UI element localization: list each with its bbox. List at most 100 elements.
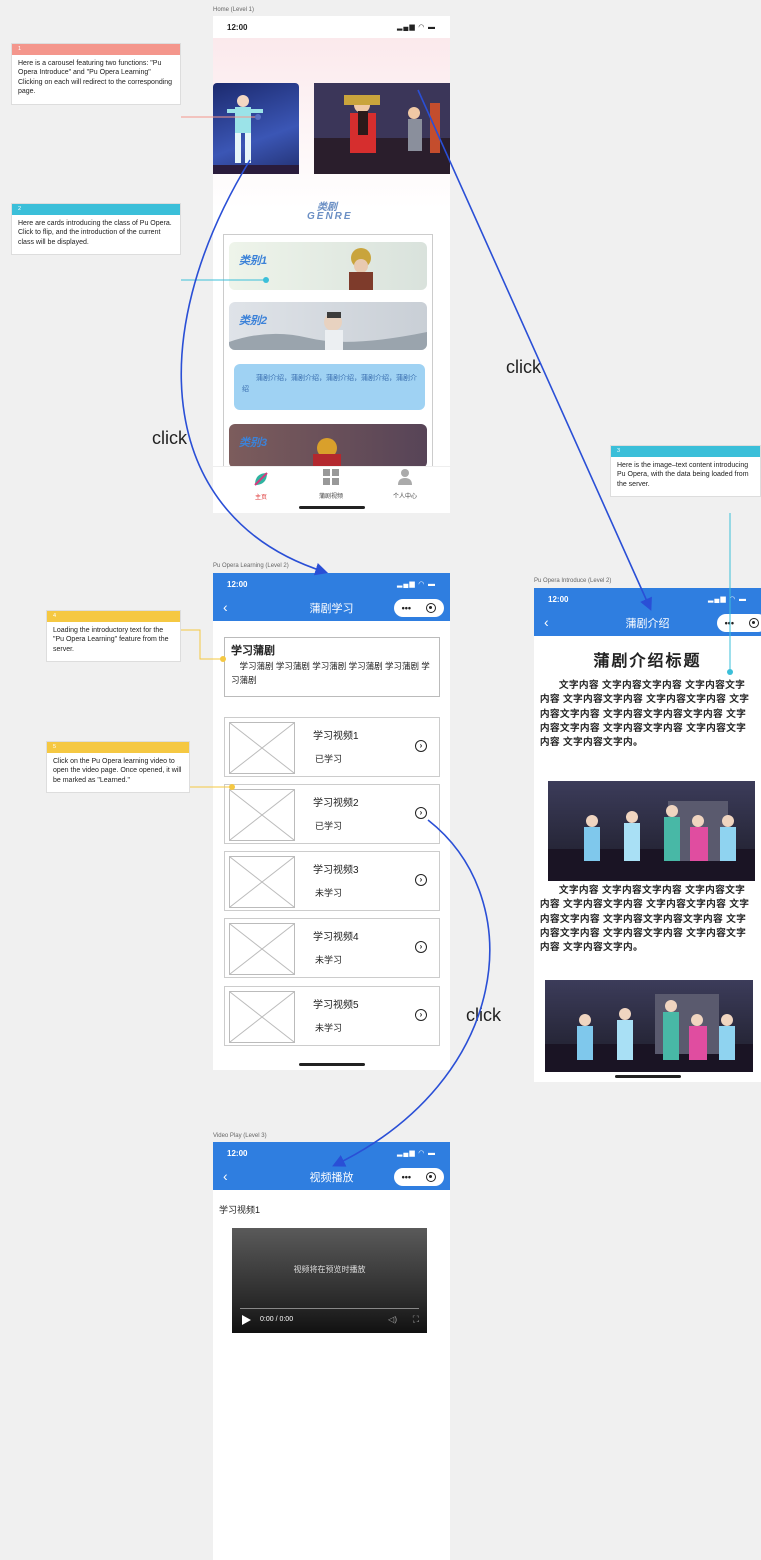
video-player[interactable]: 视频将在预览时播放 0:00 / 0:00 ◁) ⛶ bbox=[232, 1228, 427, 1333]
home-screen: 12:00 ▂▄▆ ◠ ▬ 类剧 GENRE 类别1 类别2 蒲剧介绍，蒲剧介绍… bbox=[213, 16, 450, 513]
play-icon[interactable] bbox=[242, 1315, 251, 1325]
signal-wifi-battery-icon: ▂▄▆ ◠ ▬ bbox=[708, 596, 747, 603]
learning-screen: 12:00 ▂▄▆ ◠ ▬ ‹ 蒲剧学习 ••• 学习蒲剧 学习蒲剧 学习蒲剧 … bbox=[213, 573, 450, 1070]
nav-title: 蒲剧学习 bbox=[309, 603, 354, 615]
nav-title: 蒲剧介绍 bbox=[625, 618, 670, 630]
video-thumb-placeholder bbox=[229, 722, 295, 774]
status-time: 12:00 bbox=[227, 1148, 248, 1158]
learning-screen-label: Pu Opera Learning (Level 2) bbox=[213, 563, 289, 569]
progress-track[interactable] bbox=[240, 1308, 419, 1309]
annotation-4: 4 Loading the introductory text for the … bbox=[46, 610, 181, 663]
annotation-5: 5 Click on the Pu Opera learning video t… bbox=[46, 741, 190, 794]
video-screen-label: Video Play (Level 3) bbox=[213, 1133, 267, 1139]
fullscreen-icon[interactable]: ⛶ bbox=[413, 1314, 419, 1325]
opera-stage-image bbox=[314, 83, 450, 174]
player-time: 0:00 / 0:00 bbox=[260, 1316, 294, 1323]
introduce-screen: 12:00 ▂▄▆ ◠ ▬ ‹ 蒲剧介绍 ••• 蒲剧介绍标题 文字内容 文字内… bbox=[534, 588, 761, 1082]
introduce-screen-label: Pu Opera Introduce (Level 2) bbox=[534, 578, 612, 584]
carousel-item-introduce[interactable] bbox=[314, 83, 450, 174]
intro-paragraph-2: 文字内容 文字内容文字内容 文字内容文字内容 文字内容文字内容 文字内容文字内容… bbox=[540, 885, 750, 953]
annotation-1: 1 Here is a carousel featuring two funct… bbox=[11, 43, 181, 105]
genre-card-1-label: 类别1 bbox=[239, 255, 268, 267]
video-title: 学习视频1 bbox=[219, 1205, 261, 1215]
genre-card-1[interactable]: 类别1 bbox=[229, 242, 427, 290]
close-target-icon[interactable] bbox=[426, 603, 437, 613]
video-status: 已学习 bbox=[315, 821, 343, 831]
genre-card-3[interactable]: 类别3 bbox=[229, 424, 427, 468]
chevron-right-circle-icon[interactable]: › bbox=[415, 941, 427, 953]
capsule-menu[interactable]: ••• bbox=[717, 614, 761, 632]
intro-box: 学习蒲剧 学习蒲剧 学习蒲剧 学习蒲剧 学习蒲剧 学习蒲剧 学习蒲剧 bbox=[224, 637, 440, 697]
video-screen: 12:00 ▂▄▆ ◠ ▬ ‹ 视频播放 ••• 学习视频1 视频将在预览时播放… bbox=[213, 1142, 450, 1560]
tab-profile[interactable]: 个人中心 bbox=[375, 468, 435, 500]
genre-title-en: GENRE bbox=[307, 211, 353, 222]
intro-title: 学习蒲剧 bbox=[231, 645, 275, 657]
status-time: 12:00 bbox=[548, 594, 569, 604]
nav-bar: ‹ 蒲剧介绍 ••• bbox=[534, 610, 761, 636]
home-leaf-icon bbox=[254, 472, 268, 486]
nav-bar: ‹ 视频播放 ••• bbox=[213, 1164, 450, 1190]
annotation-4-text: Loading the introductory text for the "P… bbox=[53, 627, 169, 653]
video-card-5[interactable]: 学习视频5 未学习 › bbox=[224, 986, 440, 1046]
annotation-1-number: 1 bbox=[12, 44, 180, 55]
intro-heading: 蒲剧介绍标题 bbox=[593, 653, 702, 670]
more-icon[interactable]: ••• bbox=[725, 618, 734, 628]
video-title: 学习视频5 bbox=[313, 1000, 359, 1011]
annotation-3-text: Here is the image–text content introduci… bbox=[617, 462, 749, 488]
tab-videos-label: 蒲剧视频 bbox=[318, 494, 343, 500]
capsule-menu[interactable]: ••• bbox=[394, 1168, 444, 1186]
opera-performer-image bbox=[213, 95, 299, 174]
video-card-4[interactable]: 学习视频4 未学习 › bbox=[224, 918, 440, 978]
genre-card-flipped[interactable]: 蒲剧介绍，蒲剧介绍，蒲剧介绍，蒲剧介绍，蒲剧介绍 bbox=[234, 364, 425, 410]
back-icon[interactable]: ‹ bbox=[544, 614, 549, 630]
annotation-4-number: 4 bbox=[47, 611, 180, 622]
tab-profile-label: 个人中心 bbox=[392, 494, 417, 500]
chevron-right-circle-icon[interactable]: › bbox=[415, 874, 427, 886]
status-bar: 12:00 ▂▄▆ ◠ ▬ bbox=[534, 588, 761, 610]
chevron-right-circle-icon[interactable]: › bbox=[415, 807, 427, 819]
video-title: 学习视频2 bbox=[313, 798, 359, 809]
genre-card-flipped-text: 蒲剧介绍，蒲剧介绍，蒲剧介绍，蒲剧介绍，蒲剧介绍 bbox=[242, 375, 417, 393]
nav-bar: ‹ 蒲剧学习 ••• bbox=[213, 595, 450, 621]
chevron-right-circle-icon[interactable]: › bbox=[415, 740, 427, 752]
intro-text: 学习蒲剧 学习蒲剧 学习蒲剧 学习蒲剧 学习蒲剧 学习蒲剧 bbox=[231, 661, 430, 685]
chevron-right-circle-icon[interactable]: › bbox=[415, 1009, 427, 1021]
video-card-1[interactable]: 学习视频1 已学习 › bbox=[224, 717, 440, 777]
video-card-2[interactable]: 学习视频2 已学习 › bbox=[224, 784, 440, 844]
more-icon[interactable]: ••• bbox=[402, 603, 411, 613]
genre-card-2[interactable]: 类别2 bbox=[229, 302, 427, 350]
signal-wifi-battery-icon: ▂▄▆ ◠ ▬ bbox=[397, 581, 436, 588]
opera-performers-image bbox=[548, 801, 755, 881]
video-thumb-placeholder bbox=[229, 991, 295, 1043]
status-time: 12:00 bbox=[227, 579, 248, 589]
tab-home[interactable]: 主页 bbox=[231, 471, 291, 501]
close-target-icon[interactable] bbox=[426, 1172, 437, 1182]
grid-icon bbox=[323, 469, 339, 485]
signal-wifi-battery-icon: ▂▄▆ ◠ ▬ bbox=[397, 24, 436, 31]
close-target-icon[interactable] bbox=[749, 618, 760, 628]
flow-label-click-3: click bbox=[466, 1005, 501, 1025]
video-card-3[interactable]: 学习视频3 未学习 › bbox=[224, 851, 440, 911]
flow-label-click-1: click bbox=[152, 428, 187, 448]
annotation-2-text: Here are cards introducing the class of … bbox=[18, 220, 172, 246]
home-indicator bbox=[298, 506, 365, 509]
annotation-2-number: 2 bbox=[12, 204, 180, 215]
opera-stage-photo-2 bbox=[545, 980, 753, 1072]
opera-stage-photo-1 bbox=[548, 781, 755, 881]
home-screen-label: Home (Level 1) bbox=[213, 7, 255, 13]
person-icon bbox=[398, 469, 412, 485]
status-bar: 12:00 ▂▄▆ ◠ ▬ bbox=[213, 1142, 450, 1164]
back-icon[interactable]: ‹ bbox=[223, 1168, 228, 1184]
capsule-menu[interactable]: ••• bbox=[394, 599, 444, 617]
tab-videos[interactable]: 蒲剧视频 bbox=[301, 468, 361, 500]
volume-icon[interactable]: ◁) bbox=[388, 1315, 397, 1324]
video-status: 未学习 bbox=[315, 1023, 343, 1033]
home-indicator bbox=[614, 1075, 681, 1078]
video-title: 学习视频1 bbox=[313, 731, 359, 742]
back-icon[interactable]: ‹ bbox=[223, 599, 228, 615]
more-icon[interactable]: ••• bbox=[402, 1172, 411, 1182]
tab-home-label: 主页 bbox=[254, 495, 267, 501]
carousel-item-learning[interactable] bbox=[213, 83, 299, 174]
video-title: 学习视频3 bbox=[313, 865, 359, 876]
annotation-3-number: 3 bbox=[611, 446, 760, 457]
